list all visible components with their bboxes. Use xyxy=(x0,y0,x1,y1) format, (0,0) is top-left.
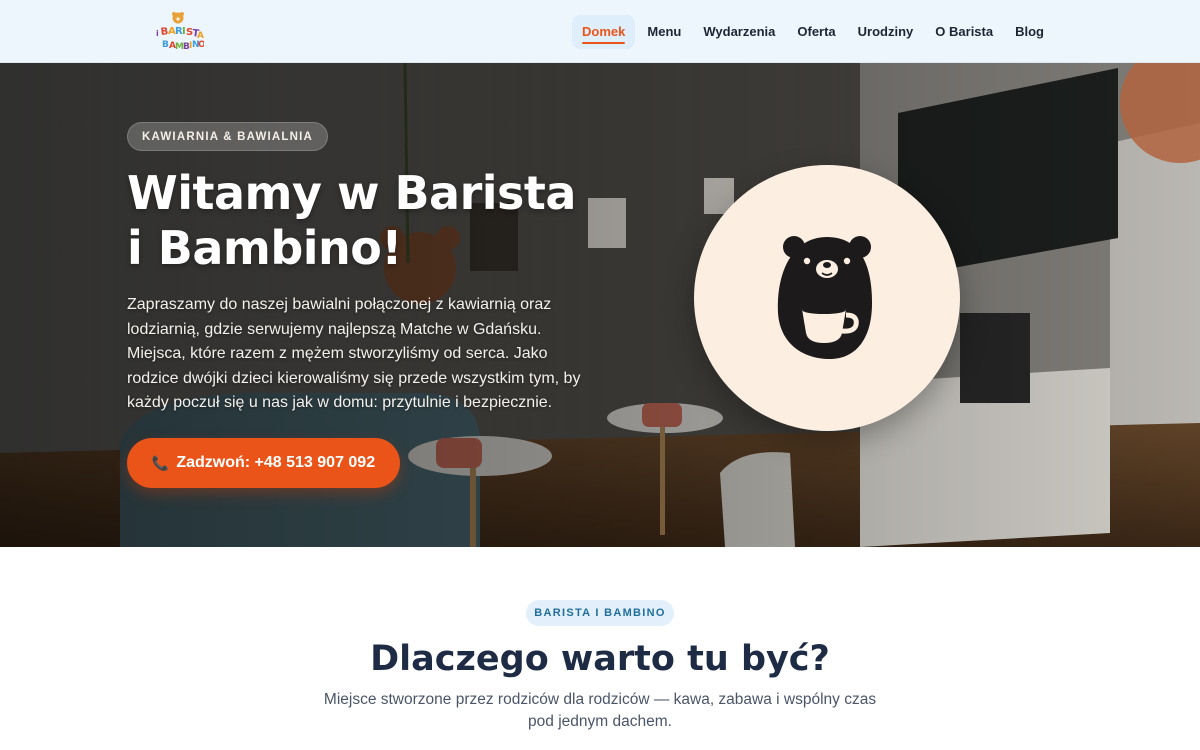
nav-item-oferta[interactable]: Oferta xyxy=(787,15,845,49)
nav-item-wydarzenia[interactable]: Wydarzenia xyxy=(693,15,785,49)
hero-content: KAWIARNIA & BAWIALNIA Witamy w Barista i… xyxy=(127,63,597,547)
hero-title: Witamy w Barista i Bambino! xyxy=(127,166,576,275)
svg-text:i: i xyxy=(156,29,159,38)
hero-description: Zapraszamy do naszej bawialni połączonej… xyxy=(127,296,581,411)
main-nav: Domek Menu Wydarzenia Oferta Urodziny O … xyxy=(572,0,1054,63)
section-badge: BARISTA I BAMBINO xyxy=(526,600,674,626)
svg-text:O: O xyxy=(198,40,204,50)
svg-text:B: B xyxy=(162,40,169,50)
phone-icon: 📞 xyxy=(151,454,170,471)
nav-item-domek[interactable]: Domek xyxy=(572,14,636,49)
site-header: i B A R I S T A B A M B I N O Domek Menu… xyxy=(0,0,1200,63)
section-title: Dlaczego warto tu być? xyxy=(370,639,830,679)
bear-illustration xyxy=(694,165,960,431)
call-button[interactable]: 📞 Zadzwoń: +48 513 907 092 xyxy=(127,438,400,488)
nav-item-menu[interactable]: Menu xyxy=(637,15,691,49)
section-description: Miejsce stworzone przez rodziców dla rod… xyxy=(323,691,877,730)
bear-with-cup-icon xyxy=(777,236,872,359)
call-button-label: Zadzwoń: +48 513 907 092 xyxy=(176,454,376,471)
nav-item-o-barista[interactable]: O Barista xyxy=(925,15,1003,49)
site-logo[interactable]: i B A R I S T A B A M B I N O xyxy=(154,11,206,52)
hero-badge: KAWIARNIA & BAWIALNIA xyxy=(127,122,329,151)
nav-item-blog[interactable]: Blog xyxy=(1005,15,1054,49)
hero-section: KAWIARNIA & BAWIALNIA Witamy w Barista i… xyxy=(0,63,1200,547)
nav-item-urodziny[interactable]: Urodziny xyxy=(848,15,924,49)
